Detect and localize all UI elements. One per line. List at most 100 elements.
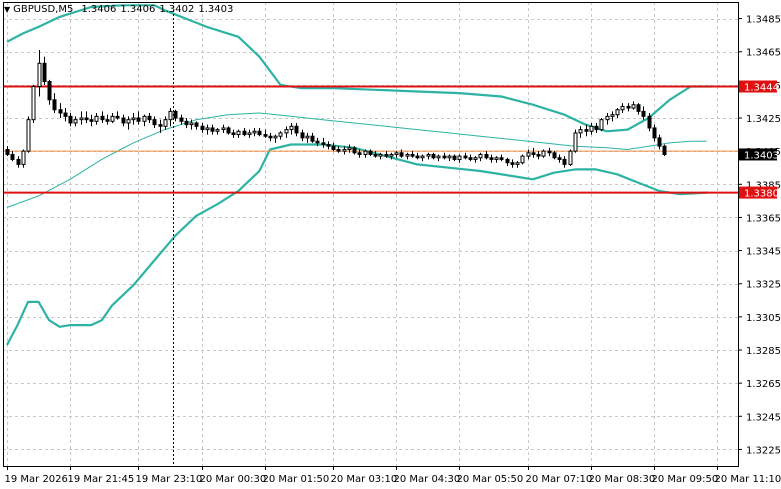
candle-body [547,150,552,154]
candle-body [300,132,305,139]
candle [489,154,494,163]
candle [410,151,415,158]
candle [284,126,289,138]
candle-body [252,130,257,134]
candle-body [294,125,299,134]
candle-body [131,117,136,121]
x-tick-label: 20 Mar 05:50 [457,474,524,485]
dropdown-triangle-icon[interactable]: ▼ [4,5,10,14]
candle-body [84,117,89,121]
candle [562,156,567,168]
candle [468,154,473,162]
candle [231,129,236,138]
candle [110,113,115,123]
candle-body [168,110,173,121]
candle-body [189,122,194,126]
candle-body [562,158,567,165]
candle-body [452,155,457,160]
candle [221,124,226,133]
candle [89,114,94,127]
candle-body [531,152,536,155]
candle-body [436,155,441,159]
x-tick-label: 20 Mar 04:30 [394,474,461,485]
candle [94,113,99,125]
candle [326,141,331,150]
candle [484,151,489,160]
candle-body [158,124,163,127]
candle-body [636,104,641,112]
candle [68,113,73,127]
y-tick-label: 1.3245 [746,412,781,423]
candle [21,149,26,168]
candle-body [584,129,589,132]
price-axis[interactable]: 1.34851.34651.34451.34251.34051.33851.33… [738,15,781,457]
candle-body [463,155,468,159]
candle [352,146,357,155]
candle-body [541,150,546,157]
candle-body [363,150,368,155]
candle-body [305,135,310,139]
low-value: 1.3402 [159,4,195,15]
candle-body [599,119,604,131]
candle [257,127,262,137]
candle [368,149,373,157]
candle-body [63,112,68,117]
candle-body [42,62,47,83]
candle [305,132,310,143]
candle [457,154,462,163]
y-tick-label: 1.3285 [746,346,781,357]
candle-body [515,162,520,165]
candle [636,103,641,115]
candle [31,84,36,123]
candle [205,124,210,135]
candle-body [520,155,525,164]
candle-body [415,155,420,159]
y-tick-label: 1.3425 [746,114,781,125]
candle-body [641,110,646,117]
candle-body [5,148,10,155]
candle-body [378,153,383,157]
candle-body [236,130,241,136]
candle [531,147,536,158]
candle-body [26,119,31,152]
price-chart[interactable]: 1.34851.34651.34451.34251.34051.33851.33… [0,0,781,489]
candle-body [100,115,105,121]
candle-body [105,119,110,122]
candle-body [557,157,562,160]
candle-body [121,117,126,124]
candle-body [126,119,131,124]
candle-body [347,147,352,150]
candle-body [589,125,594,132]
candle-body [368,150,373,155]
candle [273,134,278,143]
chart-header: ▼ GBPUSD,M5 1.3406 1.3406 1.3402 1.3403 [4,4,237,15]
candle-body [626,105,631,109]
candle-body [352,147,357,154]
candle-body [142,115,147,122]
candle-body [426,153,431,157]
candle-body [194,122,199,127]
y-tick-label: 1.3485 [746,15,781,26]
candle [63,108,68,122]
candle-body [505,158,510,164]
candle [626,103,631,112]
candle [247,129,252,138]
time-axis[interactable]: 19 Mar 2026 19 Mar 21:45 19 Mar 23:1020 Ma… [5,466,781,485]
candle-body [431,153,436,159]
candle-body [373,153,378,157]
candle-body [405,153,410,157]
candle-body [657,137,662,147]
y-tick-label: 1.3325 [746,280,781,291]
y-tick-label: 1.3305 [746,313,781,324]
candle [552,151,557,160]
candle-body [652,127,657,139]
level-price-label: 1.3380 [744,189,779,200]
x-tick-label: 19 Mar 23:10 [136,474,203,485]
candle-body [326,144,331,147]
x-tick-label: 20 Mar 03:10 [331,474,398,485]
band-lower-line [6,143,707,346]
candle-body [342,148,347,152]
candle [210,124,215,135]
candle-body [247,132,252,136]
candle-body [647,115,652,129]
